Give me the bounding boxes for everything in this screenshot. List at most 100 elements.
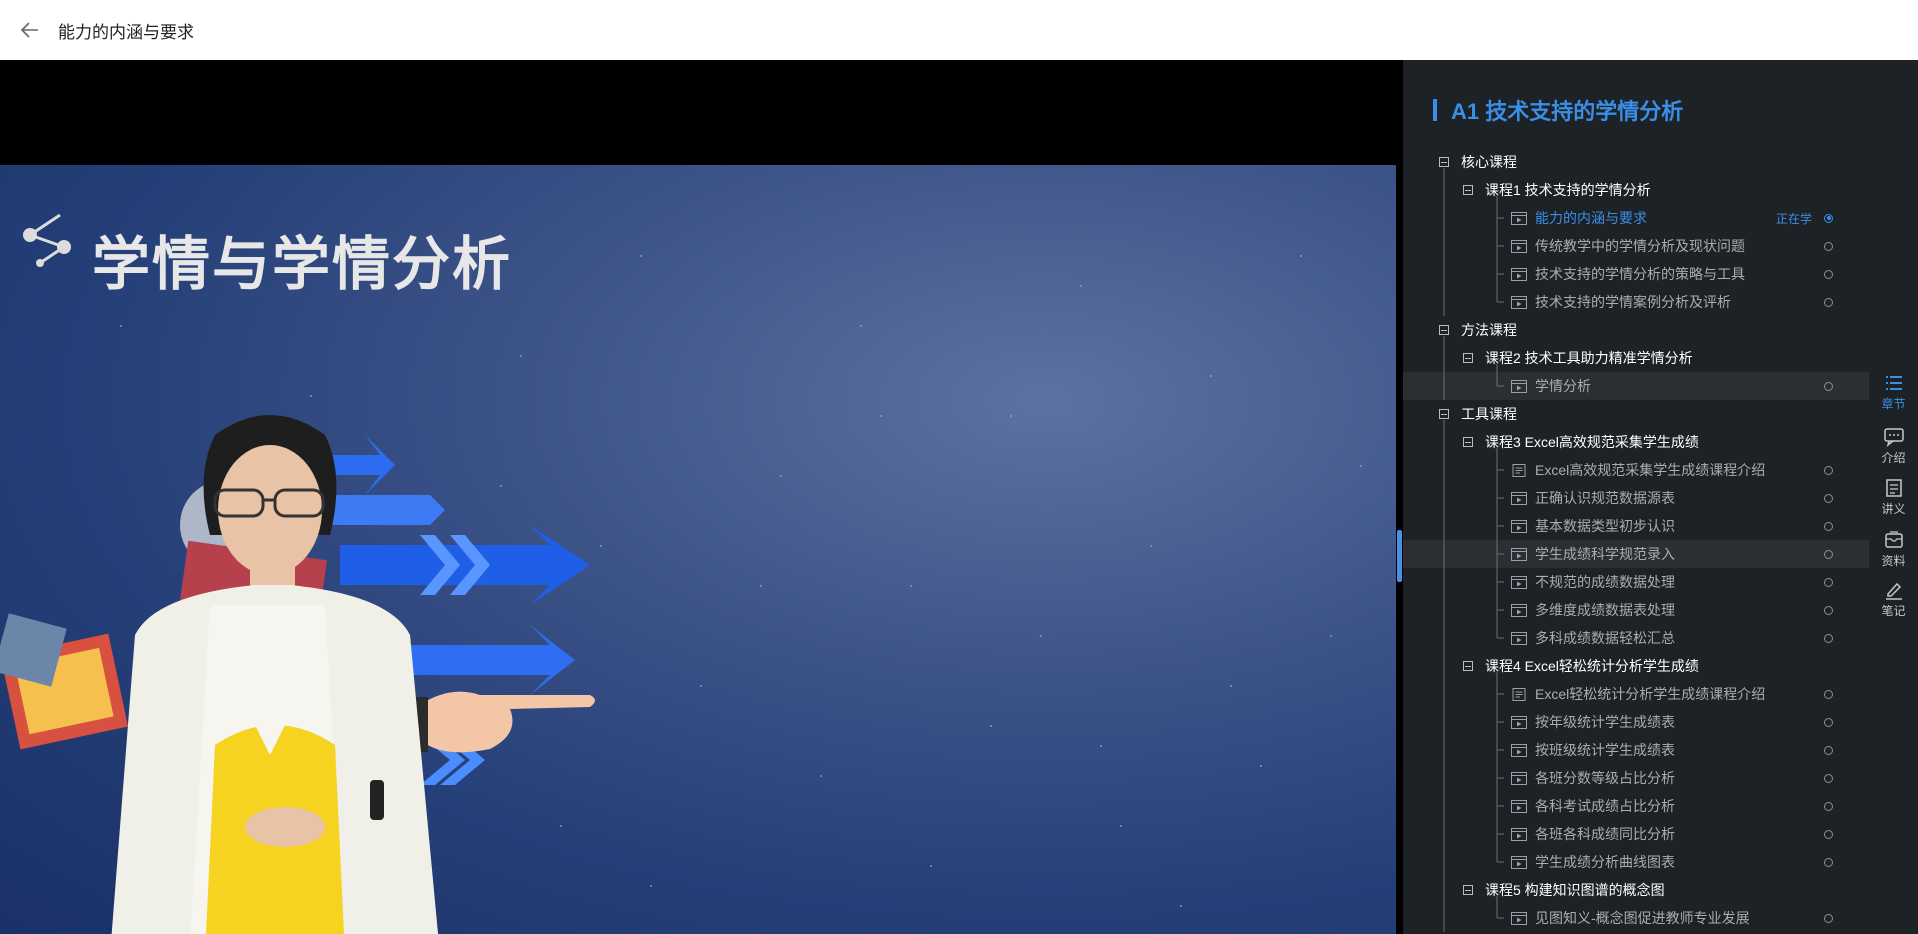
rail-label: 笔记 (1881, 604, 1906, 618)
course-header: A1 技术支持的学情分析 (1433, 94, 1683, 126)
tree-course[interactable]: 课程1 技术支持的学情分析 (1403, 176, 1869, 204)
rail-label: 章节 (1881, 397, 1906, 411)
lesson-item[interactable]: 多维度成绩数据表处理 (1403, 596, 1869, 624)
lesson-item[interactable]: 各科考试成绩占比分析 (1403, 792, 1869, 820)
video-lesson-icon (1511, 799, 1527, 813)
lesson-item[interactable]: Excel高效规范采集学生成绩课程介绍 (1403, 456, 1869, 484)
lesson-item[interactable]: 不规范的成绩数据处理 (1403, 568, 1869, 596)
rail-item-intro[interactable]: 介绍 (1869, 427, 1918, 466)
lesson-item[interactable]: 能力的内涵与要求 正在学 (1403, 204, 1869, 232)
rail-label: 介绍 (1881, 451, 1906, 465)
lesson-label: 各科考试成绩占比分析 (1535, 798, 1675, 814)
lesson-item[interactable]: 按年级统计学生成绩表 (1403, 708, 1869, 736)
lesson-label: 传统教学中的学情分析及现状问题 (1535, 238, 1745, 254)
back-arrow-icon[interactable] (18, 18, 42, 42)
scrub-handle[interactable] (1397, 530, 1402, 582)
video-lesson-icon (1511, 547, 1527, 561)
video-lesson-icon (1511, 519, 1527, 533)
progress-status-icon (1824, 773, 1833, 783)
video-lesson-icon (1511, 855, 1527, 869)
star-dot (930, 865, 932, 867)
presenter-figure (111, 415, 439, 934)
star-dot (780, 475, 782, 477)
collapse-icon[interactable] (1463, 661, 1473, 671)
lesson-label: 学情分析 (1535, 378, 1591, 394)
learning-tag: 正在学 (1776, 211, 1813, 226)
progress-status-icon (1824, 297, 1833, 307)
lesson-label: 按班级统计学生成绩表 (1535, 742, 1675, 758)
rail-item-notes[interactable]: 笔记 (1869, 580, 1918, 619)
lesson-item[interactable]: 传统教学中的学情分析及现状问题 (1403, 232, 1869, 260)
progress-status-icon (1824, 829, 1833, 839)
video-player[interactable]: 学情与学情分析 (0, 60, 1403, 934)
tree-group[interactable]: 工具课程 (1403, 400, 1869, 428)
lesson-label: 见图知义-概念图促进教师专业发展 (1535, 910, 1750, 926)
collapse-icon[interactable] (1439, 157, 1449, 167)
group-label: 工具课程 (1461, 406, 1517, 422)
collapse-icon[interactable] (1439, 325, 1449, 335)
star-dot (1360, 465, 1362, 467)
rail-label: 资料 (1881, 554, 1906, 568)
lesson-label: 多科成绩数据轻松汇总 (1535, 630, 1675, 646)
lesson-label: 能力的内涵与要求 (1535, 210, 1647, 226)
collapse-icon[interactable] (1463, 185, 1473, 195)
progress-status-icon (1824, 577, 1833, 587)
tree-course[interactable]: 课程4 Excel轻松统计分析学生成绩 (1403, 652, 1869, 680)
collapse-icon[interactable] (1463, 353, 1473, 363)
star-dot (310, 395, 312, 397)
lesson-item[interactable]: 见图知义-概念图促进教师专业发展 (1403, 904, 1869, 932)
star-dot (1100, 745, 1102, 747)
lesson-label: 学生成绩科学规范录入 (1535, 546, 1675, 562)
video-lesson-icon (1511, 211, 1527, 225)
lesson-item[interactable]: 学生成绩分析曲线图表 (1403, 848, 1869, 876)
star-dot (910, 585, 912, 587)
chapter-panel: A1 技术支持的学情分析 核心课程 课程1 技术支持的学情分析能力的内涵与要求 正在… (1403, 60, 1869, 934)
lesson-item[interactable]: 基本数据类型初步认识 (1403, 512, 1869, 540)
tree-group[interactable]: 方法课程 (1403, 316, 1869, 344)
lesson-item[interactable]: 正确认识规范数据源表 (1403, 484, 1869, 512)
rail-item-handout[interactable]: 讲义 (1869, 478, 1918, 517)
video-lesson-icon (1511, 771, 1527, 785)
accent-bar (1433, 99, 1437, 121)
star-dot (1230, 685, 1232, 687)
star-dot (600, 545, 602, 547)
collapse-icon[interactable] (1463, 437, 1473, 447)
video-lesson-icon (1511, 631, 1527, 645)
tree-course[interactable]: 课程5 构建知识图谱的概念图 (1403, 876, 1869, 904)
lesson-item[interactable]: Excel轻松统计分析学生成绩课程介绍 (1403, 680, 1869, 708)
progress-status-icon (1824, 381, 1833, 391)
progress-status-icon (1824, 269, 1833, 279)
tree-course[interactable]: 课程2 技术工具助力精准学情分析 (1403, 344, 1869, 372)
lesson-label: 各班各科成绩同比分析 (1535, 826, 1675, 842)
tree-course[interactable]: 课程3 Excel高效规范采集学生成绩 (1403, 428, 1869, 456)
chapter-list-icon (1885, 376, 1902, 390)
materials-icon (1884, 531, 1903, 548)
lesson-item[interactable]: 按班级统计学生成绩表 (1403, 736, 1869, 764)
rail-item-materials[interactable]: 资料 (1869, 530, 1918, 569)
lesson-item[interactable]: 各班分数等级占比分析 (1403, 764, 1869, 792)
video-lesson-icon (1511, 379, 1527, 393)
course-label: 课程3 Excel高效规范采集学生成绩 (1485, 434, 1699, 450)
lesson-item[interactable]: 多科成绩数据轻松汇总 (1403, 624, 1869, 652)
video-lesson-icon (1511, 491, 1527, 505)
star-dot (820, 775, 822, 777)
intro-chat-icon (1883, 428, 1904, 447)
lesson-label: 学生成绩分析曲线图表 (1535, 854, 1675, 870)
video-lesson-icon (1511, 827, 1527, 841)
lesson-item[interactable]: 技术支持的学情案例分析及评析 (1403, 288, 1869, 316)
lesson-item[interactable]: 技术支持的学情分析的策略与工具 (1403, 260, 1869, 288)
tree-group[interactable]: 核心课程 (1403, 148, 1869, 176)
lesson-label: 技术支持的学情分析的策略与工具 (1535, 266, 1745, 282)
progress-status-icon (1824, 605, 1833, 615)
lesson-item[interactable]: 各班各科成绩同比分析 (1403, 820, 1869, 848)
note-pen-icon (1885, 582, 1902, 600)
rail-item-chapter[interactable]: 章节 (1869, 373, 1918, 412)
lesson-item[interactable]: 学生成绩科学规范录入 (1403, 540, 1869, 568)
collapse-icon[interactable] (1463, 885, 1473, 895)
progress-status-icon (1824, 913, 1833, 923)
group-label: 方法课程 (1461, 322, 1517, 338)
collapse-icon[interactable] (1439, 409, 1449, 419)
video-frame[interactable]: 学情与学情分析 (0, 165, 1396, 934)
lesson-item[interactable]: 学情分析 (1403, 372, 1869, 400)
progress-status-icon (1824, 633, 1833, 643)
